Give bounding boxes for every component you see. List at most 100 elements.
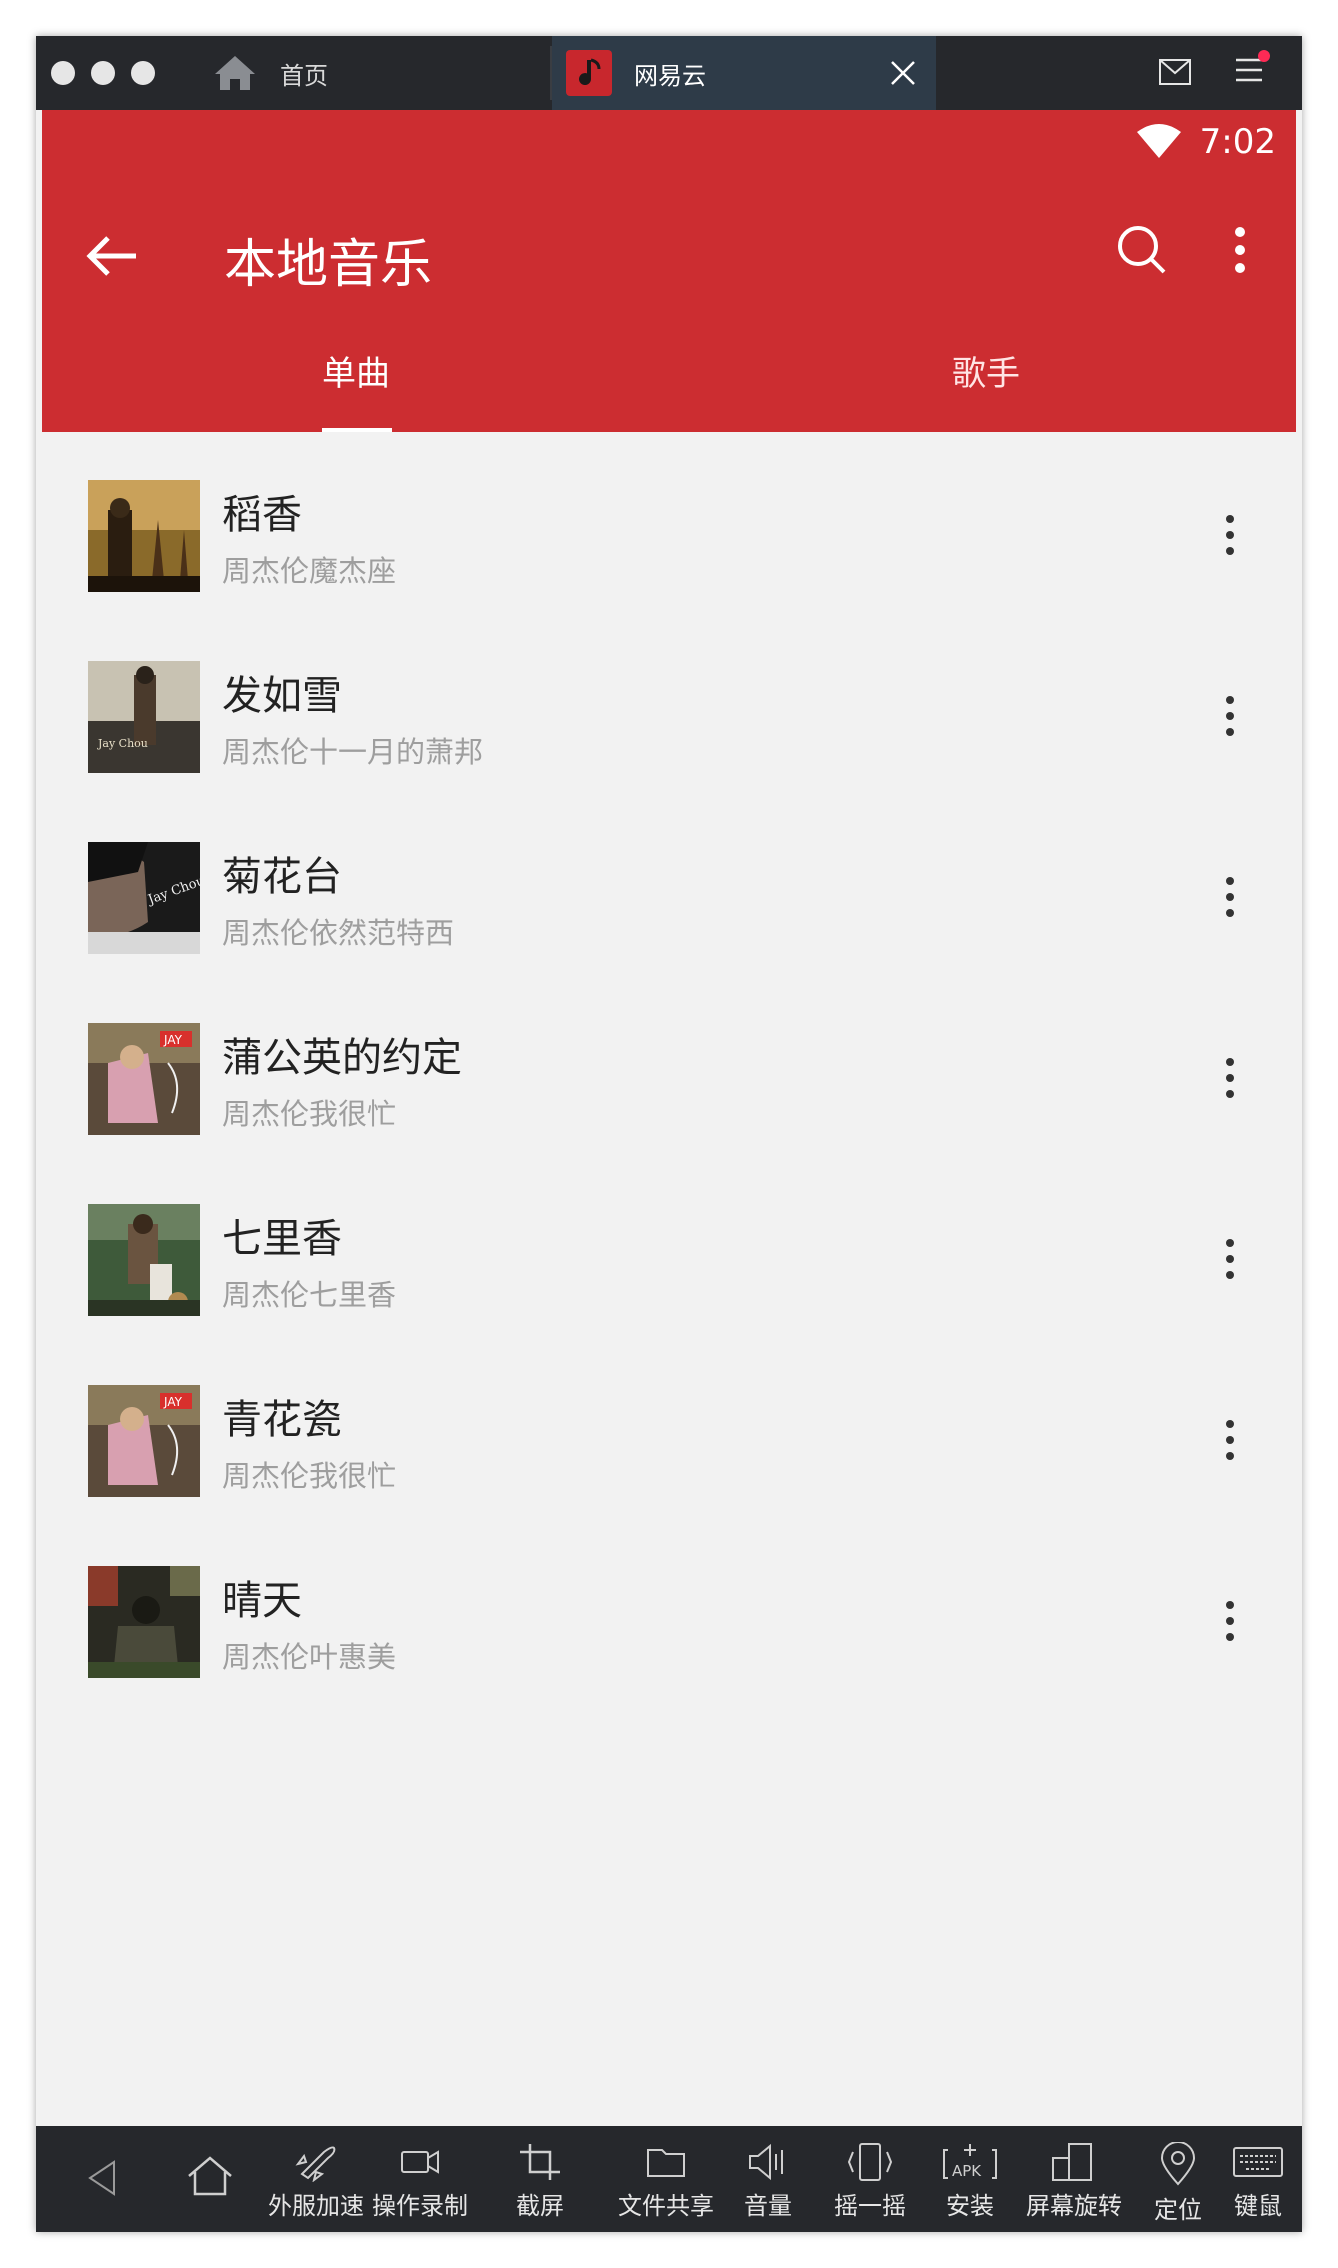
song-row[interactable]: JAY 蒲公英的约定 周杰伦我很忙 bbox=[42, 975, 1296, 1156]
netease-music-app-icon bbox=[566, 50, 612, 96]
tab-singers[interactable]: 歌手 bbox=[952, 346, 1020, 395]
nav-home-icon bbox=[188, 2156, 232, 2196]
tool-file-share[interactable]: 文件共享 bbox=[614, 2126, 718, 2232]
tool-record[interactable]: 操作录制 bbox=[368, 2126, 472, 2232]
tool-install[interactable]: APK 安装 bbox=[938, 2126, 1002, 2232]
song-artist-album: 周杰伦我很忙 bbox=[222, 1459, 397, 1493]
album-cover bbox=[88, 1566, 200, 1678]
song-row[interactable]: 稻香 周杰伦魔杰座 bbox=[42, 432, 1296, 613]
song-row[interactable]: Jay Chou 发如雪 周杰伦十一月的萧邦 bbox=[42, 613, 1296, 794]
song-artist-album: 周杰伦魔杰座 bbox=[222, 554, 397, 588]
tool-screenshot[interactable]: 截屏 bbox=[510, 2126, 570, 2232]
crop-icon bbox=[520, 2144, 560, 2180]
album-cover: Jay Chou bbox=[88, 842, 200, 954]
tab-netease-label: 网易云 bbox=[634, 61, 706, 90]
tool-keyboard[interactable]: 键鼠 bbox=[1226, 2126, 1290, 2232]
video-camera-icon bbox=[401, 2150, 439, 2174]
song-more-icon[interactable] bbox=[1218, 872, 1242, 922]
tool-install-label: 安装 bbox=[946, 2192, 994, 2220]
song-artist-album: 周杰伦十一月的萧邦 bbox=[222, 735, 484, 769]
tool-rotate[interactable]: 屏幕旋转 bbox=[1022, 2126, 1126, 2232]
song-title: 青花瓷 bbox=[222, 1397, 342, 1443]
song-title: 菊花台 bbox=[222, 854, 342, 900]
album-cover bbox=[88, 1204, 200, 1316]
window-controls bbox=[51, 61, 155, 85]
tab-netease[interactable]: 网易云 bbox=[552, 36, 936, 110]
wifi-icon bbox=[1136, 124, 1181, 158]
tool-location[interactable]: 定位 bbox=[1146, 2126, 1210, 2232]
nav-back-icon bbox=[88, 2160, 115, 2196]
song-more-icon[interactable] bbox=[1218, 510, 1242, 560]
svg-text:JAY: JAY bbox=[163, 1033, 183, 1047]
tool-record-label: 操作录制 bbox=[372, 2192, 468, 2220]
tool-volume[interactable]: 音量 bbox=[736, 2126, 800, 2232]
song-more-icon[interactable] bbox=[1218, 1234, 1242, 1284]
album-cover: JAY bbox=[88, 1385, 200, 1497]
tool-accelerate[interactable]: 外服加速 bbox=[264, 2126, 368, 2232]
apk-install-icon: APK bbox=[943, 2144, 997, 2180]
song-title: 晴天 bbox=[222, 1578, 302, 1624]
menu-icon[interactable] bbox=[1234, 50, 1270, 90]
svg-text:JAY: JAY bbox=[163, 1395, 183, 1409]
nav-back-button[interactable] bbox=[72, 2126, 132, 2232]
folder-icon bbox=[647, 2149, 685, 2177]
window-close-dot[interactable] bbox=[51, 61, 75, 85]
close-tab-icon[interactable] bbox=[888, 58, 918, 88]
mail-icon[interactable] bbox=[1158, 58, 1192, 86]
song-list: 稻香 周杰伦魔杰座 Jay Chou 发如雪 周杰伦十一月的萧邦 Jay Cho… bbox=[42, 432, 1296, 1699]
tool-screenshot-label: 截屏 bbox=[516, 2192, 564, 2220]
tab-home-label: 首页 bbox=[280, 61, 328, 90]
tool-keyboard-label: 键鼠 bbox=[1234, 2192, 1282, 2220]
album-cover: Jay Chou bbox=[88, 661, 200, 773]
location-pin-icon bbox=[1160, 2142, 1196, 2186]
tool-volume-label: 音量 bbox=[744, 2192, 792, 2220]
song-more-icon[interactable] bbox=[1218, 1415, 1242, 1465]
home-icon bbox=[215, 56, 255, 90]
status-bar: 7:02 bbox=[1136, 122, 1276, 162]
back-arrow-icon[interactable] bbox=[82, 226, 142, 286]
rotate-screen-icon bbox=[1052, 2143, 1092, 2181]
song-row[interactable]: JAY 青花瓷 周杰伦我很忙 bbox=[42, 1337, 1296, 1518]
nav-home-button[interactable] bbox=[170, 2126, 250, 2232]
song-title: 七里香 bbox=[222, 1216, 342, 1262]
song-title: 稻香 bbox=[222, 492, 302, 538]
tool-accelerate-label: 外服加速 bbox=[268, 2192, 364, 2220]
emulator-toolbar: 外服加速 操作录制 截屏 文件共享 音量 摇一摇 APK 安装 屏幕旋转 定位 … bbox=[36, 2126, 1302, 2232]
song-row[interactable]: 七里香 周杰伦七里香 bbox=[42, 1156, 1296, 1337]
volume-icon bbox=[749, 2143, 783, 2181]
search-icon[interactable] bbox=[1112, 220, 1172, 280]
song-row[interactable]: 晴天 周杰伦叶惠美 bbox=[42, 1518, 1296, 1699]
window-minimize-dot[interactable] bbox=[91, 61, 115, 85]
album-cover bbox=[88, 480, 200, 592]
tool-shake[interactable]: 摇一摇 bbox=[828, 2126, 912, 2232]
tool-shake-label: 摇一摇 bbox=[834, 2192, 906, 2220]
song-row[interactable]: Jay Chou 菊花台 周杰伦依然范特西 bbox=[42, 794, 1296, 975]
window-maximize-dot[interactable] bbox=[131, 61, 155, 85]
song-more-icon[interactable] bbox=[1218, 691, 1242, 741]
song-artist-album: 周杰伦七里香 bbox=[222, 1278, 397, 1312]
tool-rotate-label: 屏幕旋转 bbox=[1026, 2192, 1122, 2220]
song-more-icon[interactable] bbox=[1218, 1053, 1242, 1103]
song-artist-album: 周杰伦叶惠美 bbox=[222, 1640, 397, 1674]
app-header: 7:02 本地音乐 单曲 歌手 bbox=[42, 110, 1296, 432]
tool-location-label: 定位 bbox=[1154, 2196, 1202, 2224]
song-title: 发如雪 bbox=[222, 673, 342, 719]
emulator-titlebar: 首页 网易云 bbox=[36, 36, 1302, 110]
more-vert-icon[interactable] bbox=[1220, 220, 1260, 280]
tab-home[interactable]: 首页 bbox=[212, 36, 328, 110]
shake-phone-icon bbox=[847, 2143, 893, 2181]
notification-dot bbox=[1258, 50, 1270, 62]
song-more-icon[interactable] bbox=[1218, 1596, 1242, 1646]
album-cover: JAY bbox=[88, 1023, 200, 1135]
keyboard-icon bbox=[1233, 2147, 1283, 2177]
emulator-window: 首页 网易云 7:02 本地音乐 单曲 歌手 稻香 周杰伦魔杰座 Jay Cho… bbox=[36, 36, 1302, 2232]
svg-text:Jay Chou: Jay Chou bbox=[97, 737, 148, 750]
svg-text:APK: APK bbox=[952, 2162, 982, 2180]
song-title: 蒲公英的约定 bbox=[222, 1035, 462, 1081]
song-artist-album: 周杰伦我很忙 bbox=[222, 1097, 397, 1131]
status-time: 7:02 bbox=[1199, 122, 1276, 162]
tab-songs[interactable]: 单曲 bbox=[322, 346, 390, 395]
rocket-icon bbox=[295, 2146, 336, 2182]
page-title: 本地音乐 bbox=[224, 235, 433, 295]
song-artist-album: 周杰伦依然范特西 bbox=[222, 916, 455, 950]
